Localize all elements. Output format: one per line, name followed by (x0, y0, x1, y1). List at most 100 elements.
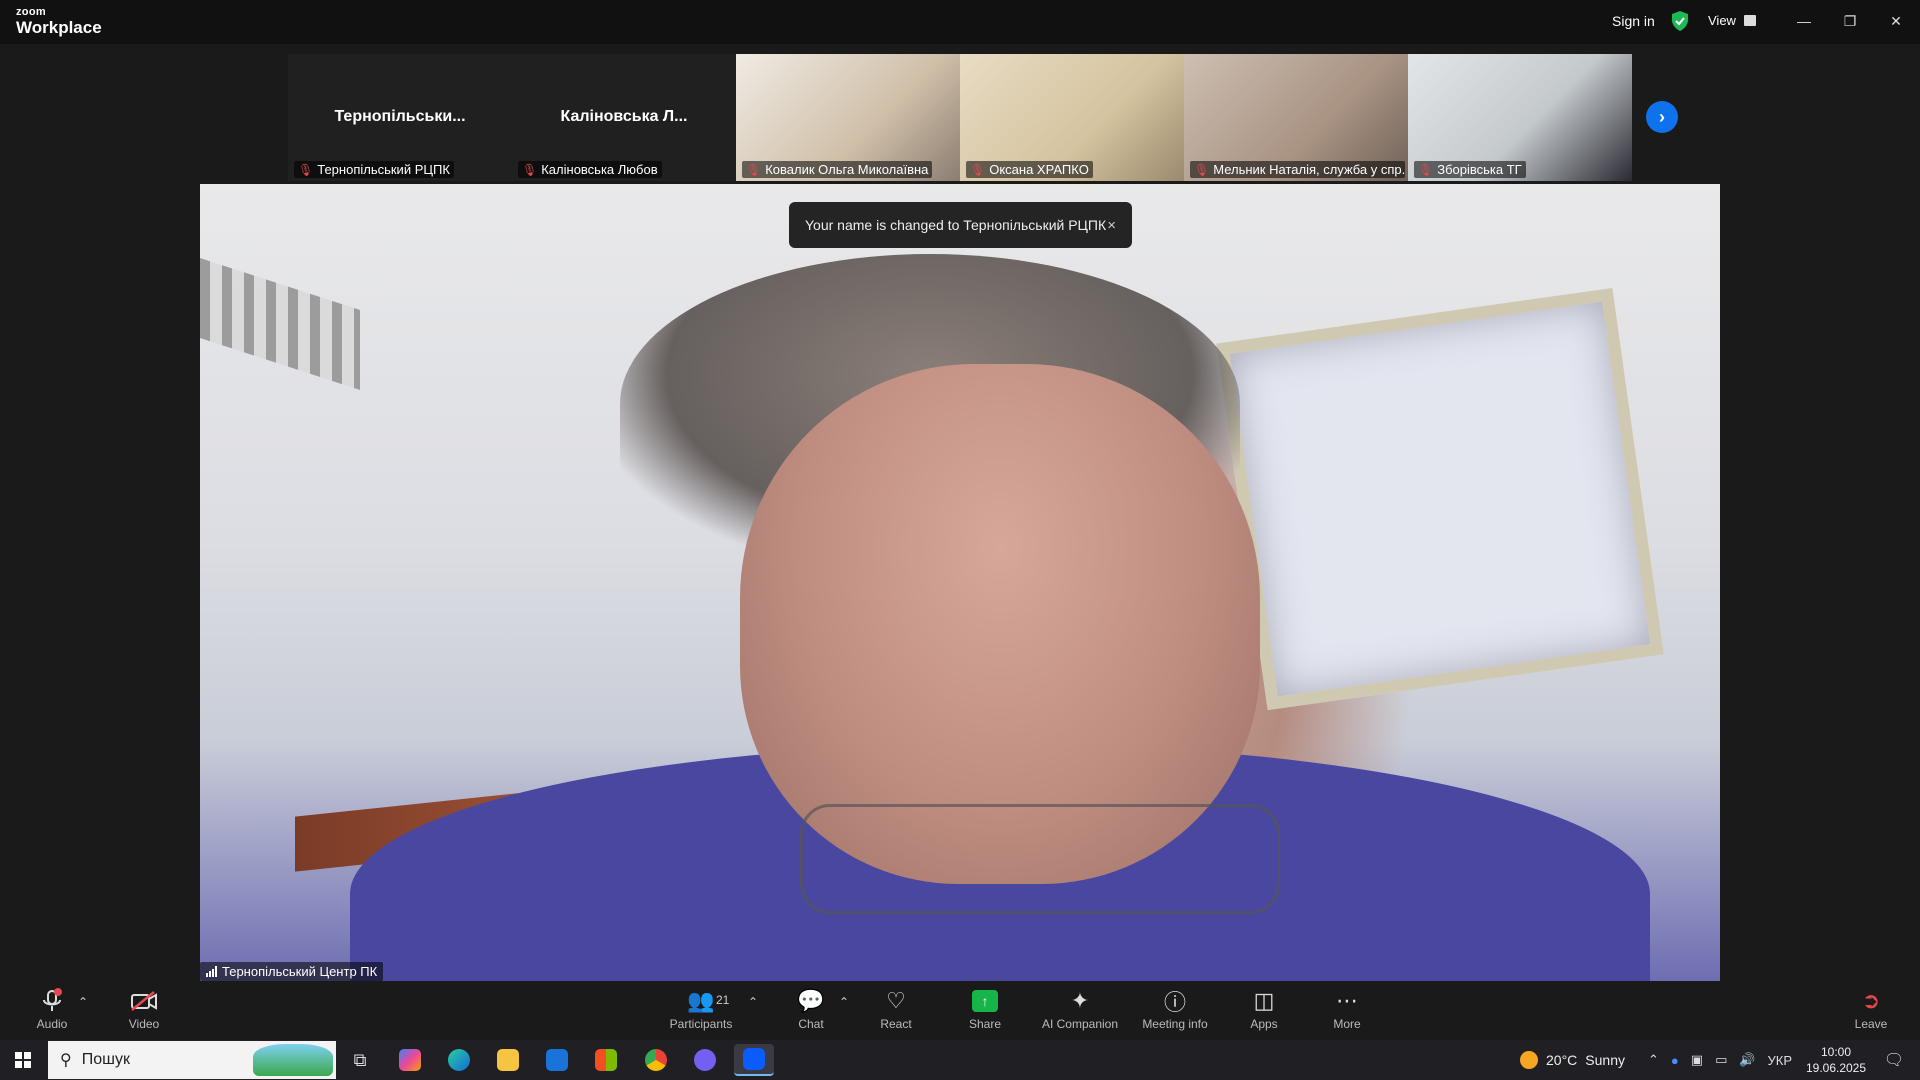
chrome-browser-icon[interactable] (636, 1044, 676, 1076)
view-grid-icon (1743, 15, 1756, 26)
ai-companion-button[interactable]: ✦ AI Companion (1030, 987, 1130, 1031)
participant-display-name: Тернопільськи... (334, 108, 466, 125)
encryption-shield-icon[interactable] (1670, 10, 1690, 32)
windows-logo-icon (15, 1052, 31, 1068)
minimize-icon[interactable]: — (1786, 8, 1822, 34)
network-icon[interactable]: ▭ (1715, 1052, 1727, 1068)
participant-display-name: Каліновська Л... (560, 108, 688, 125)
wall-picture (1216, 287, 1664, 711)
participant-name: Зборівська ТГ (1437, 162, 1522, 177)
taskbar-search-box[interactable]: ⚲ Пошук (48, 1041, 336, 1079)
leave-label: Leave (1854, 1017, 1888, 1031)
share-label: Share (968, 1017, 1002, 1031)
zoom-workplace-logo: zoom Workplace (16, 6, 102, 37)
next-page-chevron-icon[interactable]: › (1646, 101, 1678, 133)
copilot-app-icon[interactable] (390, 1044, 430, 1076)
display-tray-icon[interactable]: ▣ (1691, 1052, 1703, 1068)
participant-name: Каліновська Любов (541, 162, 658, 177)
view-label: View (1708, 13, 1736, 28)
video-off-icon (130, 987, 158, 1015)
participant-label: 🎙 Ковалик Ольга Миколаївна (742, 161, 933, 178)
search-placeholder: Пошук (81, 1051, 130, 1068)
participants-label: Participants (669, 1017, 733, 1031)
show-hidden-icons-chevron-icon[interactable]: ⌃ (1648, 1052, 1659, 1068)
participant-tile[interactable]: Тернопільськи... 🎙 Тернопільський РЦПК (288, 54, 512, 181)
video-button[interactable]: Video (94, 987, 194, 1031)
audio-label: Audio (36, 1017, 68, 1031)
weather-widget[interactable]: 20°C Sunny (1520, 1040, 1625, 1080)
start-button[interactable] (0, 1040, 46, 1080)
participant-tile[interactable]: 🎙 Мельник Наталія, служба у спр... (1184, 54, 1408, 181)
clock-time: 10:00 (1820, 1045, 1852, 1059)
toast-message: Your name is changed to Тернопільський Р… (805, 217, 1107, 233)
close-icon[interactable]: ✕ (1878, 8, 1914, 34)
participant-name: Тернопільський РЦПК (317, 162, 450, 177)
notifications-icon[interactable]: 🗨 (1874, 1040, 1914, 1080)
toast-close-icon[interactable]: × (1107, 217, 1116, 234)
audio-button[interactable]: Audio (2, 987, 102, 1031)
restore-icon[interactable]: ❐ (1832, 8, 1868, 34)
participant-tile[interactable]: 🎙 Ковалик Ольга Миколаївна (736, 54, 960, 181)
participant-label: 🎙 Мельник Наталія, служба у спр... (1190, 161, 1405, 178)
mic-muted-icon: 🎙 (1194, 162, 1210, 177)
zoom-tray-icon[interactable]: ● (1671, 1053, 1679, 1068)
view-button[interactable]: View (1708, 13, 1756, 28)
search-highlight-image (253, 1044, 333, 1076)
share-screen-icon: ↑ (972, 987, 998, 1015)
heart-icon: ♡ (886, 988, 906, 1013)
zoom-app-icon[interactable] (734, 1044, 774, 1076)
taskbar-clock[interactable]: 10:00 19.06.2025 (1796, 1044, 1876, 1076)
apps-label: Apps (1250, 1017, 1278, 1031)
sign-in-button[interactable]: Sign in (1612, 13, 1655, 29)
microsoft-store-icon[interactable] (586, 1044, 626, 1076)
meeting-info-label: Meeting info (1142, 1017, 1208, 1031)
participant-name: Оксана ХРАПКО (989, 162, 1089, 177)
participants-caret-icon[interactable]: ⌃ (748, 995, 758, 1009)
ceiling-light (200, 258, 360, 390)
logo-workplace-text: Workplace (16, 18, 102, 37)
participant-name: Ковалик Ольга Миколаївна (765, 162, 929, 177)
more-dots-icon: ⋯ (1336, 988, 1358, 1013)
outlook-app-icon[interactable] (537, 1044, 577, 1076)
more-button[interactable]: ⋯ More (1297, 987, 1397, 1031)
logo-zoom-text: zoom (16, 6, 46, 18)
leave-button[interactable]: ➲ Leave (1821, 987, 1920, 1031)
participant-tile[interactable]: 🎙 Оксана ХРАПКО (960, 54, 1184, 181)
system-tray: ⌃ ● ▣ ▭ 🔊 УКР (1648, 1040, 1792, 1080)
chat-bubble-icon: 💬 (797, 988, 825, 1013)
input-language[interactable]: УКР (1768, 1053, 1793, 1068)
participant-tile[interactable]: 🎙 Зборівська ТГ (1408, 54, 1632, 181)
edge-browser-icon[interactable] (439, 1044, 479, 1076)
leave-exit-icon: ➲ (1861, 988, 1881, 1013)
participant-label: 🎙 Каліновська Любов (518, 161, 662, 178)
participant-name: Мельник Наталія, служба у спр... (1213, 162, 1405, 177)
task-view-icon[interactable]: ⧉ (340, 1044, 380, 1076)
windows-taskbar: ⚲ Пошук ⧉ 20°C Sunny ⌃ ● ▣ ▭ 🔊 УКР 10:00… (0, 1040, 1920, 1080)
clock-date: 19.06.2025 (1805, 1061, 1867, 1075)
signal-strength-icon (206, 966, 217, 977)
viber-app-icon[interactable] (685, 1044, 725, 1076)
weather-temperature: 20°C (1546, 1052, 1578, 1068)
more-label: More (1333, 1017, 1361, 1031)
participants-icon: 👥 (687, 988, 715, 1013)
file-explorer-icon[interactable] (488, 1044, 528, 1076)
react-button[interactable]: ♡ React (846, 987, 946, 1031)
volume-icon[interactable]: 🔊 (1739, 1052, 1755, 1068)
mic-muted-icon: 🎙 (298, 162, 314, 177)
sun-icon (1520, 1051, 1538, 1069)
share-button[interactable]: ↑ Share (935, 987, 1035, 1031)
ai-companion-label: AI Companion (1041, 1017, 1119, 1031)
meeting-info-button[interactable]: ⓘ Meeting info (1125, 987, 1225, 1031)
mic-muted-icon: 🎙 (522, 162, 538, 177)
info-icon: ⓘ (1163, 990, 1186, 1015)
microphone-muted-icon (41, 987, 63, 1015)
weather-condition: Sunny (1585, 1052, 1625, 1068)
participants-button[interactable]: 👥 Participants (651, 987, 751, 1031)
audio-options-caret-icon[interactable]: ⌃ (78, 995, 88, 1009)
react-label: React (880, 1017, 912, 1031)
mic-muted-icon: 🎙 (746, 162, 762, 177)
apps-grid-icon: ◫ (1253, 988, 1275, 1013)
mic-muted-icon: 🎙 (1418, 162, 1434, 177)
participant-label: 🎙 Зборівська ТГ (1414, 161, 1526, 178)
participant-tile[interactable]: Каліновська Л... 🎙 Каліновська Любов (512, 54, 736, 181)
